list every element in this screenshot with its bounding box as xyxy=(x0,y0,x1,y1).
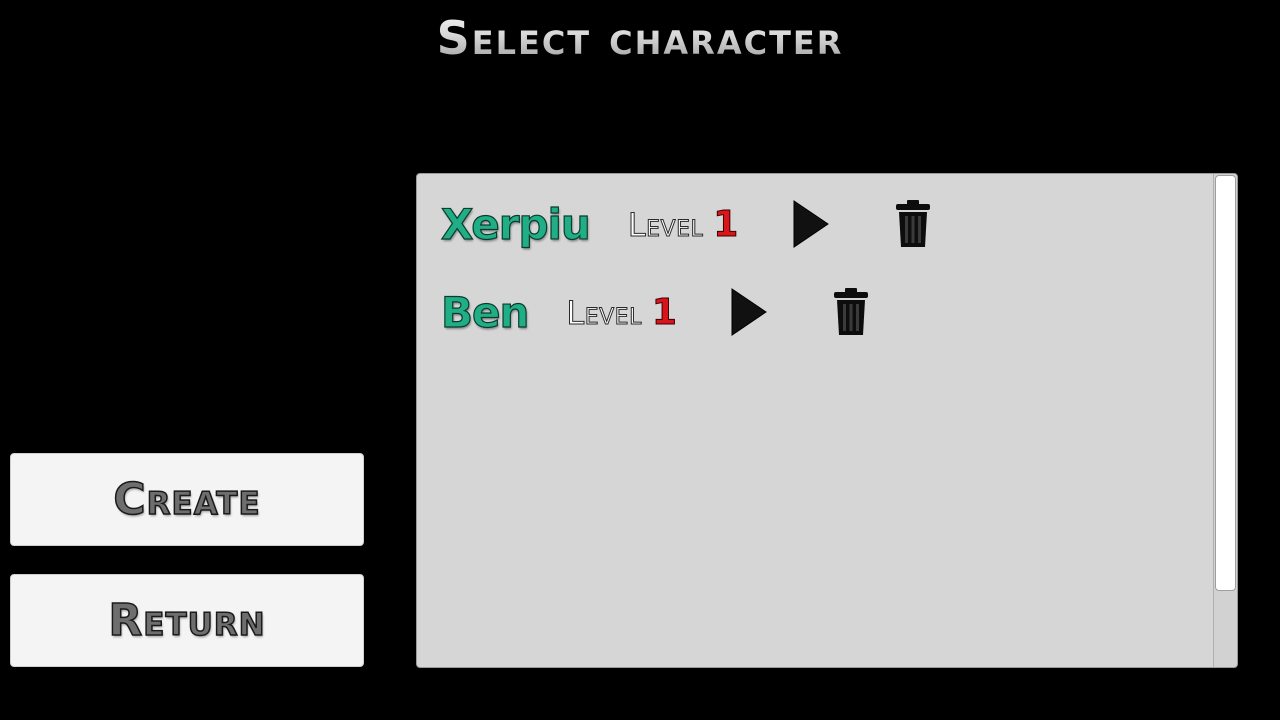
character-level: Level 1 xyxy=(627,203,739,245)
level-label: Level xyxy=(627,205,704,244)
scrollbar-thumb[interactable] xyxy=(1215,175,1236,591)
character-level: Level 1 xyxy=(566,291,678,333)
trash-icon xyxy=(895,200,930,247)
return-button-label: Return xyxy=(108,594,266,647)
character-select-screen: Select character Create Return Xerpiu Le… xyxy=(0,0,1280,720)
return-button[interactable]: Return xyxy=(10,574,364,667)
play-icon xyxy=(731,288,768,336)
character-name: Ben xyxy=(440,287,530,337)
character-row: Xerpiu Level 1 xyxy=(440,194,935,254)
trash-icon xyxy=(834,288,869,335)
list-scrollbar[interactable] xyxy=(1213,174,1237,667)
play-icon xyxy=(793,200,829,248)
create-button[interactable]: Create xyxy=(10,453,364,546)
play-button[interactable] xyxy=(791,198,831,250)
create-button-label: Create xyxy=(113,473,261,526)
page-title: Select character xyxy=(0,2,1280,74)
play-button[interactable] xyxy=(729,286,769,338)
character-list-panel: Xerpiu Level 1 Ben Level 1 xyxy=(416,173,1238,668)
delete-button[interactable] xyxy=(891,198,935,250)
character-name: Xerpiu xyxy=(440,199,591,249)
character-row: Ben Level 1 xyxy=(440,282,873,342)
level-label: Level xyxy=(566,293,642,332)
delete-button[interactable] xyxy=(829,286,873,338)
level-number: 1 xyxy=(713,203,739,245)
level-number: 1 xyxy=(651,291,678,333)
